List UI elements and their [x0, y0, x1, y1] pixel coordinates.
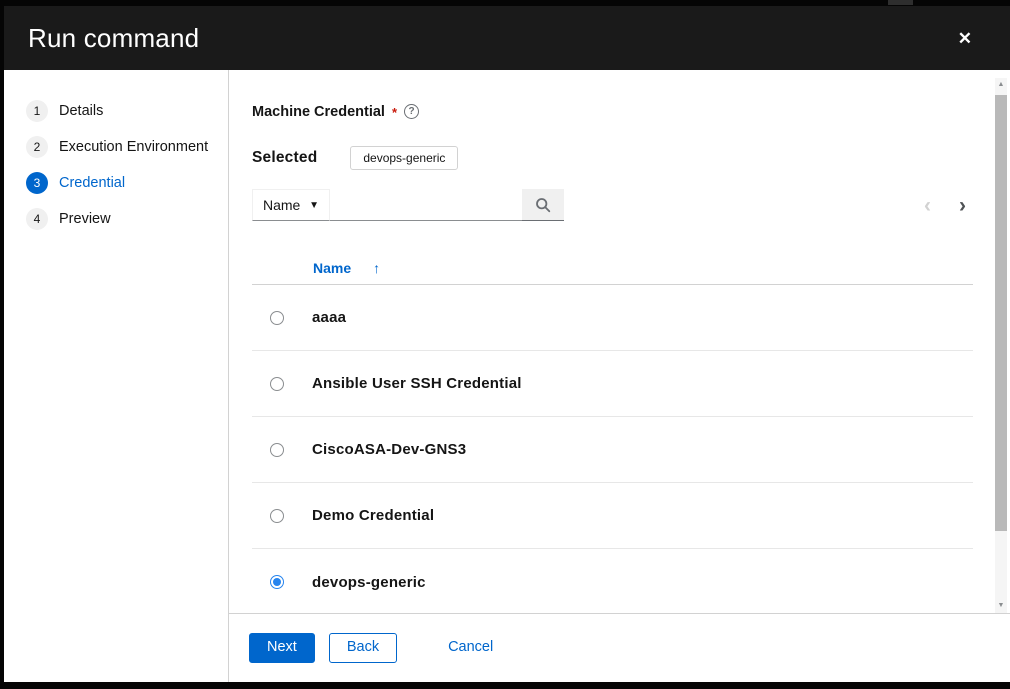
selected-credential-chip: devops-generic: [350, 146, 458, 170]
filter-type-dropdown[interactable]: Name ▼: [252, 189, 330, 221]
search-input[interactable]: [330, 189, 522, 221]
scroll-down-icon[interactable]: ▼: [998, 599, 1005, 613]
modal-title: Run command: [28, 23, 199, 54]
radio-button[interactable]: [270, 311, 284, 325]
wizard-footer: Next Back Cancel: [229, 613, 1010, 682]
step-label: Preview: [59, 211, 111, 227]
next-page-button[interactable]: ›: [959, 195, 966, 216]
wizard-step[interactable]: 1 Details: [4, 93, 228, 129]
sort-ascending-icon[interactable]: ↑: [373, 260, 380, 276]
chevron-right-icon: ›: [959, 194, 966, 217]
step-number-badge: 4: [26, 208, 48, 230]
modal-header: Run command ✕: [4, 6, 1010, 70]
field-label: Machine Credential: [252, 104, 385, 120]
radio-button[interactable]: [270, 575, 284, 589]
search-icon: [535, 197, 551, 213]
credential-list: aaaa Ansible User SSH Credential CiscoAS…: [252, 285, 973, 615]
modal-body: 1 Details 2 Execution Environment 3 Cred…: [4, 70, 1010, 682]
credential-name: devops-generic: [312, 574, 426, 591]
required-asterisk-icon: *: [392, 105, 397, 120]
wizard-step[interactable]: 2 Execution Environment: [4, 129, 228, 165]
selected-label: Selected: [252, 149, 317, 167]
scrollbar-thumb[interactable]: [995, 95, 1007, 531]
wizard-step[interactable]: 3 Credential: [4, 165, 228, 201]
wizard-step[interactable]: 4 Preview: [4, 201, 228, 237]
chevron-left-icon: ‹: [924, 194, 931, 217]
cancel-button[interactable]: Cancel: [444, 633, 497, 663]
credential-step-content: Machine Credential * ? Selected devops-g…: [229, 70, 1010, 682]
radio-button[interactable]: [270, 509, 284, 523]
close-icon: ✕: [958, 29, 972, 48]
step-label: Details: [59, 103, 103, 119]
scroll-up-icon[interactable]: ▲: [998, 78, 1005, 92]
step-label: Execution Environment: [59, 139, 208, 155]
name-column-header[interactable]: Name: [313, 260, 351, 276]
credential-name: Ansible User SSH Credential: [312, 375, 522, 392]
table-header-row: Name ↑: [252, 251, 973, 285]
credential-row[interactable]: CiscoASA-Dev-GNS3: [252, 417, 973, 483]
backdrop-page-edge: [888, 0, 913, 5]
step-number-badge: 2: [26, 136, 48, 158]
credential-row[interactable]: Ansible User SSH Credential: [252, 351, 973, 417]
caret-down-icon: ▼: [309, 200, 319, 211]
credential-row[interactable]: Demo Credential: [252, 483, 973, 549]
selected-row: Selected devops-generic: [252, 146, 458, 170]
filter-dropdown-label: Name: [263, 197, 300, 213]
close-button[interactable]: ✕: [954, 26, 976, 51]
pagination: ‹ ›: [924, 189, 966, 221]
search-toolbar: Name ▼: [252, 189, 564, 221]
scrollbar[interactable]: ▲ ▼: [995, 78, 1007, 613]
step-label: Credential: [59, 175, 125, 191]
credential-row[interactable]: aaaa: [252, 285, 973, 351]
wizard-nav: 1 Details 2 Execution Environment 3 Cred…: [4, 70, 228, 682]
credential-name: CiscoASA-Dev-GNS3: [312, 441, 466, 458]
field-label-row: Machine Credential * ?: [252, 103, 419, 120]
search-button[interactable]: [522, 189, 564, 221]
radio-button[interactable]: [270, 443, 284, 457]
run-command-modal: Run command ✕ 1 Details 2 Execution Envi…: [4, 6, 1010, 682]
step-number-badge: 1: [26, 100, 48, 122]
next-button[interactable]: Next: [249, 633, 315, 663]
credential-row[interactable]: devops-generic: [252, 549, 973, 615]
previous-page-button[interactable]: ‹: [924, 195, 931, 216]
help-icon[interactable]: ?: [404, 104, 419, 119]
radio-button[interactable]: [270, 377, 284, 391]
credential-name: aaaa: [312, 309, 346, 326]
back-button[interactable]: Back: [329, 633, 397, 663]
step-number-badge: 3: [26, 172, 48, 194]
credential-name: Demo Credential: [312, 507, 434, 524]
